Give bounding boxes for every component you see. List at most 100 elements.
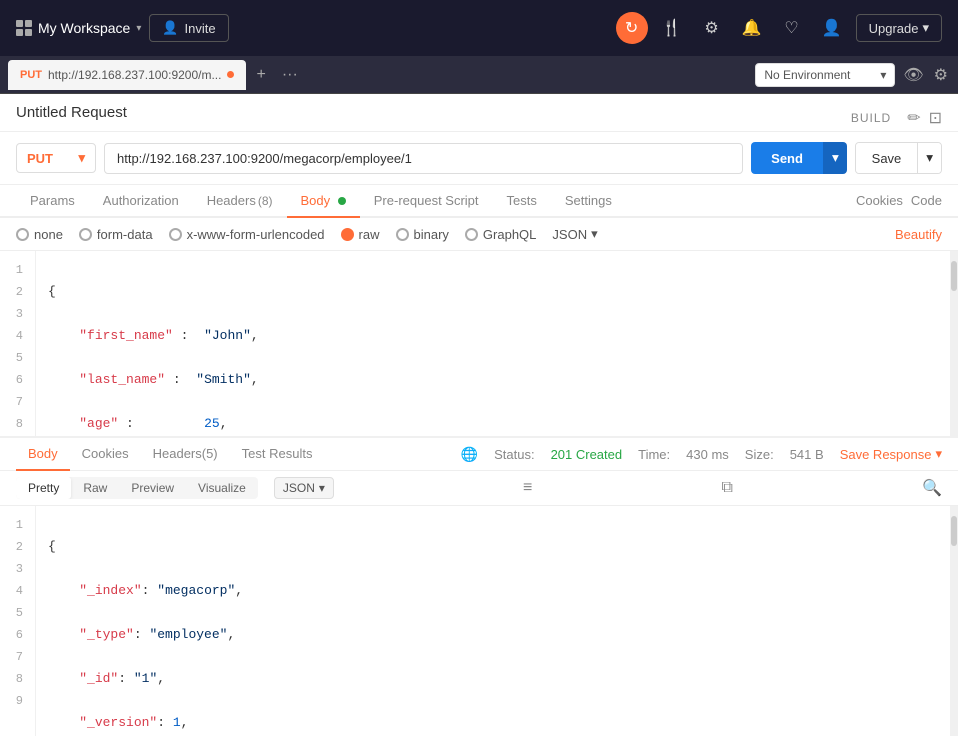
beautify-button[interactable]: Beautify <box>895 227 942 242</box>
json-format-label: JSON <box>552 227 587 242</box>
response-format-tabs: Pretty Raw Preview Visualize <box>16 477 258 499</box>
build-button[interactable]: BUILD <box>843 107 899 129</box>
fork-icon-button[interactable]: 🍴 <box>656 12 688 44</box>
tab-tests[interactable]: Tests <box>493 185 551 218</box>
tab-pre-request[interactable]: Pre-request Script <box>360 185 493 218</box>
tab-body[interactable]: Body <box>287 185 360 218</box>
chevron-down-icon: ▾ <box>136 23 141 34</box>
pretty-tab[interactable]: Pretty <box>16 477 71 499</box>
size-label: Size: <box>745 447 774 462</box>
sync-icon: ↻ <box>625 18 638 38</box>
invite-label: Invite <box>185 21 216 36</box>
send-button[interactable]: Send <box>751 142 823 174</box>
preview-tab[interactable]: Preview <box>119 477 186 499</box>
sync-button[interactable]: ↻ <box>616 12 648 44</box>
invite-icon: 👤 <box>162 20 178 36</box>
response-code-content: { "_index": "megacorp", "_type": "employ… <box>36 506 950 736</box>
urlencoded-radio[interactable]: x-www-form-urlencoded <box>169 227 325 242</box>
time-value: 430 ms <box>686 447 729 462</box>
save-response-button[interactable]: Save Response ▾ <box>840 446 942 462</box>
add-tab-button[interactable]: + <box>250 64 271 86</box>
status-label: Status: <box>494 447 534 462</box>
env-sliders-button[interactable]: ⚙ <box>932 63 950 87</box>
tab-headers[interactable]: Headers(8) <box>193 185 287 218</box>
send-chevron-button[interactable]: ▾ <box>823 142 847 174</box>
form-data-radio[interactable]: form-data <box>79 227 153 242</box>
tab-settings[interactable]: Settings <box>551 185 626 218</box>
tab-url: http://192.168.237.100:9200/m... <box>48 68 221 82</box>
response-scrollbar-thumb <box>951 516 957 546</box>
code-lines: 12345678 { "first_name" : "John", "last_… <box>0 251 958 436</box>
cookies-link[interactable]: Cookies <box>856 193 903 208</box>
wrap-lines-button[interactable]: ≡ <box>523 479 532 497</box>
heart-icon-button[interactable]: ♡ <box>776 12 808 44</box>
copy-response-button[interactable]: ⧉ <box>722 479 733 497</box>
save-button[interactable]: Save <box>856 143 918 173</box>
header-icons: BUILD ✏ ⊡ <box>843 107 942 129</box>
navbar: My Workspace ▾ 👤 Invite ↻ 🍴 ⚙ 🔔 ♡ 👤 Upgr… <box>0 0 958 56</box>
none-radio[interactable]: none <box>16 227 63 242</box>
size-value: 541 B <box>790 447 824 462</box>
layout-icon-button[interactable]: ⊡ <box>929 108 942 128</box>
response-tab-headers[interactable]: Headers(5) <box>141 438 230 471</box>
time-label: Time: <box>638 447 670 462</box>
code-content[interactable]: { "first_name" : "John", "last_name" : "… <box>36 251 950 436</box>
more-tabs-button[interactable]: ··· <box>276 64 304 86</box>
save-chevron-button[interactable]: ▾ <box>917 143 941 173</box>
raw-radio[interactable]: raw <box>341 227 380 242</box>
tab-actions: Cookies Code <box>856 185 942 216</box>
request-header: Untitled Request BUILD ✏ ⊡ <box>0 94 958 132</box>
response-status: 🌐 Status: 201 Created Time: 430 ms Size:… <box>461 446 942 463</box>
response-tab-test-results[interactable]: Test Results <box>230 438 325 471</box>
visualize-tab[interactable]: Visualize <box>186 477 258 499</box>
response-tabs-bar: Body Cookies Headers(5) Test Results 🌐 S… <box>0 438 958 471</box>
editor-scrollbar[interactable] <box>950 251 958 436</box>
graphql-radio-circle <box>465 228 478 241</box>
json-format-select[interactable]: JSON ▾ <box>552 226 597 242</box>
tab-method: PUT <box>20 69 42 81</box>
raw-label: raw <box>359 227 380 242</box>
tab-authorization[interactable]: Authorization <box>89 185 193 218</box>
tab-bar: PUT http://192.168.237.100:9200/m... + ·… <box>0 56 958 94</box>
binary-label: binary <box>414 227 449 242</box>
graphql-radio[interactable]: GraphQL <box>465 227 536 242</box>
form-data-label: form-data <box>97 227 153 242</box>
code-editor[interactable]: 12345678 { "first_name" : "John", "last_… <box>0 251 958 436</box>
navbar-left: My Workspace ▾ 👤 Invite <box>16 14 604 42</box>
env-selector: No Environment ▾ 👁 ⚙ <box>755 63 950 87</box>
response-tab-cookies[interactable]: Cookies <box>70 438 141 471</box>
response-tab-body[interactable]: Body <box>16 438 70 471</box>
environment-dropdown[interactable]: No Environment ▾ <box>755 63 895 87</box>
response-json-select[interactable]: JSON ▾ <box>274 477 334 499</box>
request-tabs: Params Authorization Headers(8) Body Pre… <box>0 185 958 218</box>
method-select[interactable]: PUT ▾ <box>16 143 96 173</box>
request-tab[interactable]: PUT http://192.168.237.100:9200/m... <box>8 60 246 90</box>
settings-icon-button[interactable]: ⚙ <box>696 12 728 44</box>
edit-icon-button[interactable]: ✏ <box>907 108 920 128</box>
workspace-button[interactable]: My Workspace ▾ <box>16 20 141 36</box>
user-icon-button[interactable]: 👤 <box>816 12 848 44</box>
search-response-button[interactable]: 🔍 <box>922 478 942 498</box>
bell-icon-button[interactable]: 🔔 <box>736 12 768 44</box>
invite-button[interactable]: 👤 Invite <box>149 14 228 42</box>
globe-icon: 🌐 <box>461 446 478 463</box>
env-label: No Environment <box>764 68 850 82</box>
raw-tab[interactable]: Raw <box>71 477 119 499</box>
save-button-group: Save ▾ <box>855 142 942 174</box>
upgrade-button[interactable]: Upgrade ▾ <box>856 14 942 42</box>
url-input[interactable] <box>104 143 743 174</box>
response-scrollbar[interactable] <box>950 506 958 736</box>
binary-radio[interactable]: binary <box>396 227 449 242</box>
tab-params[interactable]: Params <box>16 185 89 218</box>
urlencoded-radio-circle <box>169 228 182 241</box>
body-options: none form-data x-www-form-urlencoded raw… <box>0 218 958 251</box>
response-code[interactable]: 123456789 { "_index": "megacorp", "_type… <box>0 506 958 736</box>
workspace-label: My Workspace <box>38 20 130 36</box>
save-response-chevron-icon: ▾ <box>935 446 942 462</box>
code-link[interactable]: Code <box>911 193 942 208</box>
form-data-radio-circle <box>79 228 92 241</box>
navbar-right: ↻ 🍴 ⚙ 🔔 ♡ 👤 Upgrade ▾ <box>616 12 942 44</box>
main-content: Untitled Request BUILD ✏ ⊡ PUT ▾ Send ▾ … <box>0 94 958 736</box>
binary-radio-circle <box>396 228 409 241</box>
env-eye-button[interactable]: 👁 <box>901 63 925 87</box>
